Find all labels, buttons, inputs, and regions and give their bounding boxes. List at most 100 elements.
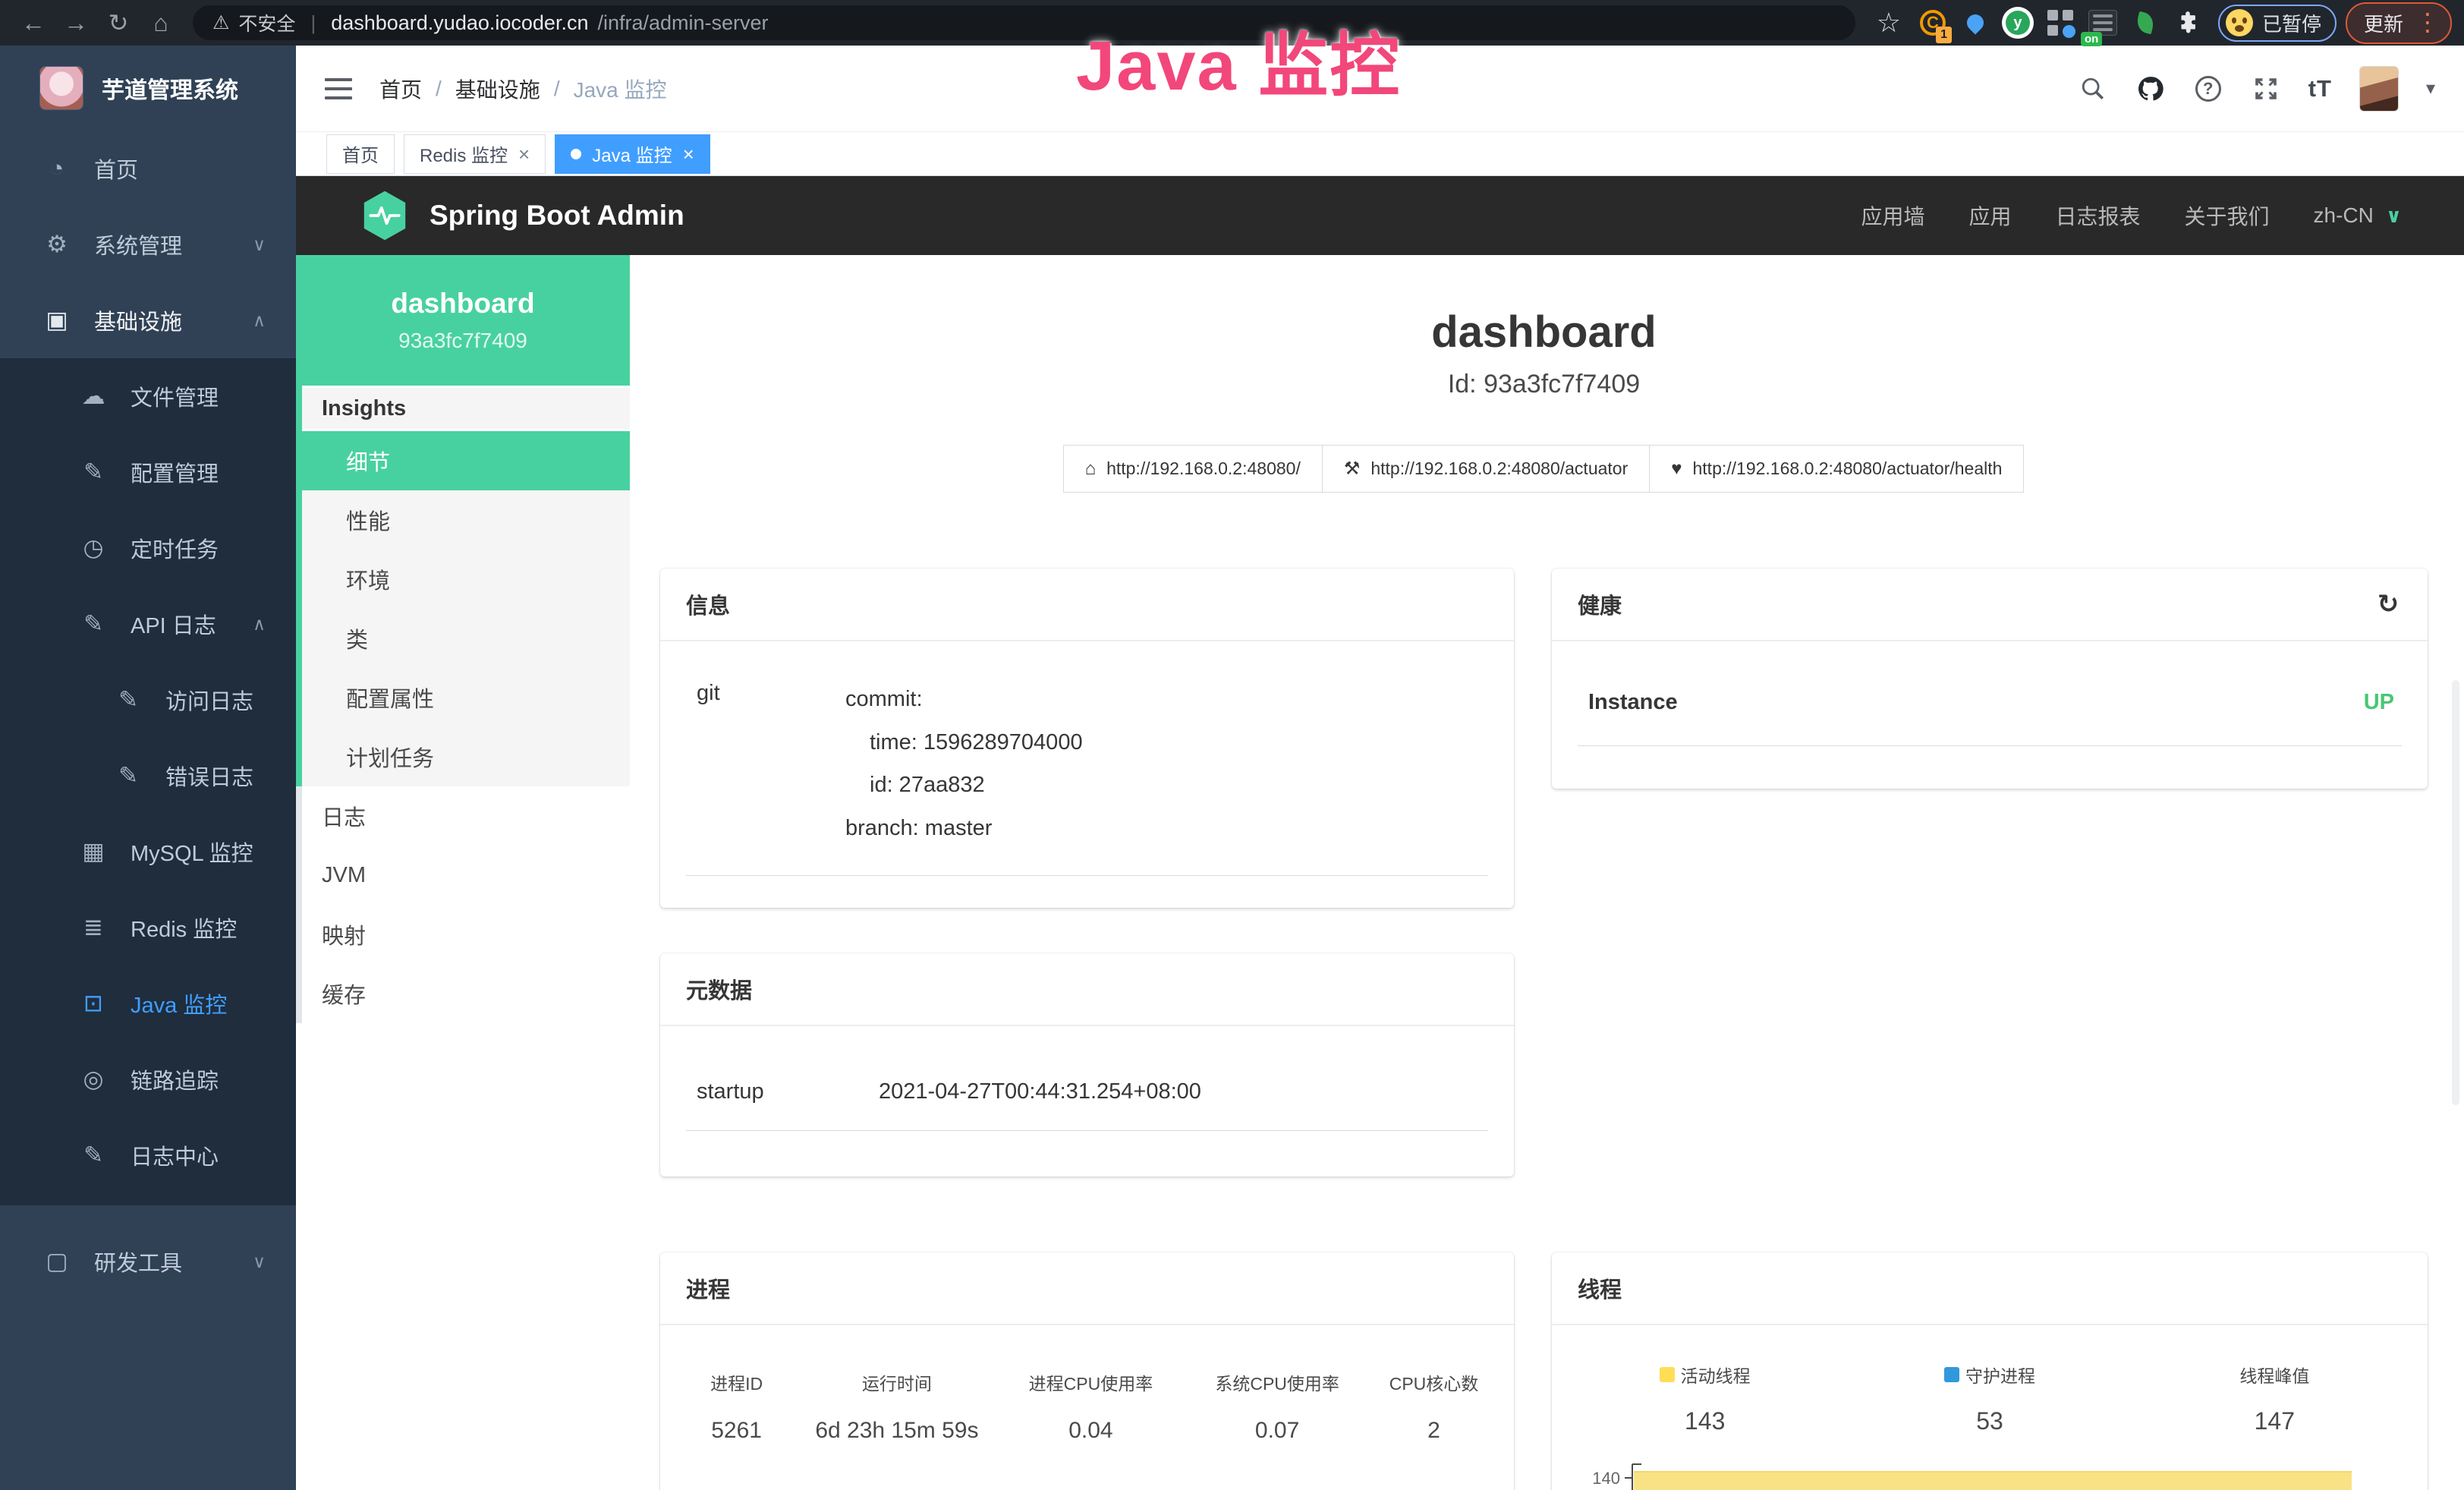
hamburger-icon[interactable] (325, 78, 352, 99)
sba-brand[interactable]: Spring Boot Admin (430, 200, 684, 232)
breadcrumb-current: Java 监控 (574, 74, 667, 104)
browser-reload-icon[interactable]: ↻ (97, 8, 140, 37)
extension-colorpicker-icon[interactable]: C 1 (1915, 5, 1950, 40)
search-icon[interactable] (2078, 74, 2108, 104)
col-label: CPU核心数 (1370, 1369, 1497, 1395)
sidebar-item-api-log[interactable]: ✎API 日志∧ (0, 586, 296, 662)
card-header: 线程 (1552, 1252, 2428, 1325)
sidebar-item-redis[interactable]: ≣Redis 监控 (0, 890, 296, 966)
github-icon[interactable] (2135, 74, 2166, 104)
git-branch-line: branch: master (845, 807, 1083, 850)
breadcrumb-home[interactable]: 首页 (379, 74, 422, 104)
tab-label: Java 监控 (592, 140, 672, 167)
close-icon[interactable]: × (518, 144, 530, 164)
tab-home[interactable]: 首页 (326, 134, 395, 174)
sba-nav-applications[interactable]: 应用 (1968, 200, 2011, 231)
tab-java[interactable]: Java 监控 × (555, 134, 710, 174)
table-row: git commit: time: 1596289704000 id: 27aa… (686, 678, 1488, 876)
row-label: git (697, 678, 845, 849)
fullscreen-icon[interactable] (2251, 74, 2281, 104)
content-scrollbar[interactable] (2452, 680, 2459, 1105)
history-icon[interactable]: ↺ (2374, 591, 2402, 618)
sba-app-block[interactable]: dashboard 93a3fc7f7409 (296, 255, 630, 386)
text-size-icon[interactable]: tT (2308, 75, 2332, 102)
clock-icon: ◷ (79, 534, 108, 562)
bookmark-star-icon[interactable]: ☆ (1877, 7, 1901, 39)
sidebar-item-home[interactable]: ◔ 首页 (0, 131, 296, 206)
sidebar-item-file[interactable]: ☁文件管理 (0, 358, 296, 434)
sidebar-item-error-log[interactable]: ✎错误日志 (0, 738, 296, 814)
address-bar[interactable]: ⚠ 不安全 | dashboard.yudao.iocoder.cn/infra… (193, 5, 1855, 40)
security-label[interactable]: 不安全 (238, 9, 295, 36)
link-service-url[interactable]: ⌂ http://192.168.0.2:48080/ (1063, 445, 1323, 493)
monitor-icon: ▣ (42, 307, 71, 334)
sidebar-item-label: API 日志 (131, 608, 230, 640)
sidebar-item-log-center[interactable]: ✎日志中心 (0, 1117, 296, 1193)
chrome-update-button[interactable]: 更新 ⋮ (2346, 2, 2452, 44)
sba-item-caches[interactable]: 缓存 (296, 964, 630, 1023)
sidebar-item-infra[interactable]: ▣ 基础设施 ∧ (0, 282, 296, 358)
health-card: 健康 ↺ Instance UP (1552, 569, 2428, 789)
breadcrumb-infra[interactable]: 基础设施 (455, 74, 540, 104)
sba-nav-about[interactable]: 关于我们 (2185, 200, 2270, 231)
caret-down-icon[interactable]: ▾ (2426, 77, 2435, 99)
browser-back-icon[interactable]: ← (12, 9, 55, 37)
legend-label: 线程峰值 (2239, 1362, 2309, 1388)
tab-redis[interactable]: Redis 监控× (404, 134, 546, 174)
extension-grid-icon[interactable] (2043, 5, 2078, 40)
sba-nav-journal[interactable]: 日志报表 (2056, 200, 2141, 231)
sidebar-item-label: 系统管理 (94, 228, 230, 260)
link-actuator-url[interactable]: ⚒ http://192.168.0.2:48080/actuator (1322, 445, 1650, 493)
extension-sprout-icon[interactable] (2128, 5, 2163, 40)
card-body: 活动线程 143 守护进程 53 线程峰值 147 (1552, 1325, 2428, 1490)
extension-y-icon[interactable]: y (2000, 5, 2035, 40)
extension-on-icon[interactable]: on (2085, 5, 2120, 40)
browser-forward-icon[interactable]: → (55, 9, 97, 37)
kebab-menu-icon[interactable]: ⋮ (2415, 13, 2440, 33)
sidebar-item-java[interactable]: ⊡Java 监控 (0, 966, 296, 1041)
sba-item-loggers[interactable]: 日志 (296, 786, 630, 846)
url-path[interactable]: /infra/admin-server (597, 11, 768, 35)
sba-item-mappings[interactable]: 映射 (296, 905, 630, 964)
card-title: 信息 (686, 588, 730, 620)
card-body: 进程ID 5261 运行时间 6d 23h 15m 59s 进程CPU使用率 0… (660, 1325, 1514, 1490)
threads-legend: 活动线程 143 守护进程 53 线程峰值 147 (1562, 1362, 2417, 1435)
sidebar-item-job[interactable]: ◷定时任务 (0, 510, 296, 586)
sidebar-item-dev-tools[interactable]: ▢ 研发工具 ∨ (0, 1224, 296, 1299)
link-url: http://192.168.0.2:48080/actuator (1370, 458, 1628, 479)
card-header: 进程 (660, 1252, 1514, 1325)
extension-pin-icon[interactable] (1958, 5, 1993, 40)
eye-icon: ◎ (79, 1066, 108, 1093)
update-label: 更新 (2364, 9, 2403, 37)
browser-home-icon[interactable]: ⌂ (140, 9, 182, 37)
sidebar-item-mysql[interactable]: ▦MySQL 监控 (0, 814, 296, 890)
page-annotation: Java 监控 (1076, 9, 1401, 110)
sidebar-item-system[interactable]: ⚙ 系统管理 ∨ (0, 206, 296, 282)
instance-links: ⌂ http://192.168.0.2:48080/ ⚒ http://192… (660, 445, 2428, 493)
sba-item-scheduled[interactable]: 计划任务 (296, 727, 630, 786)
url-host[interactable]: dashboard.yudao.iocoder.cn (331, 11, 588, 35)
user-avatar[interactable] (2359, 66, 2399, 112)
profile-paused-chip[interactable]: 已暂停 (2218, 5, 2337, 42)
sba-section-insights: Insights (296, 386, 630, 431)
link-health-url[interactable]: ♥ http://192.168.0.2:48080/actuator/heal… (1649, 445, 2024, 493)
help-icon[interactable]: ? (2193, 74, 2223, 104)
sba-item-classes[interactable]: 类 (296, 609, 630, 668)
sba-item-jvm[interactable]: JVM (296, 846, 630, 905)
sba-nav-wall[interactable]: 应用墙 (1861, 200, 1924, 231)
url-separator: | (310, 11, 316, 35)
sidebar-item-config[interactable]: ✎配置管理 (0, 434, 296, 510)
sba-item-config-props[interactable]: 配置属性 (296, 668, 630, 727)
sidebar-scroll-strip[interactable] (296, 786, 302, 1023)
sba-locale-select[interactable]: zh-CN ∨ (2314, 203, 2402, 228)
edit-icon: ✎ (114, 686, 143, 713)
sidebar-item-trace[interactable]: ◎链路追踪 (0, 1041, 296, 1117)
close-icon[interactable]: × (683, 144, 694, 164)
extensions-puzzle-icon[interactable] (2170, 5, 2205, 40)
status-badge: UP (2364, 690, 2394, 715)
sba-item-metrics[interactable]: 性能 (296, 490, 630, 550)
sidebar-item-access-log[interactable]: ✎访问日志 (0, 662, 296, 738)
sba-item-details[interactable]: 细节 (296, 431, 630, 490)
sba-item-environment[interactable]: 环境 (296, 550, 630, 609)
app-logo[interactable]: 芋道管理系统 (0, 46, 296, 131)
